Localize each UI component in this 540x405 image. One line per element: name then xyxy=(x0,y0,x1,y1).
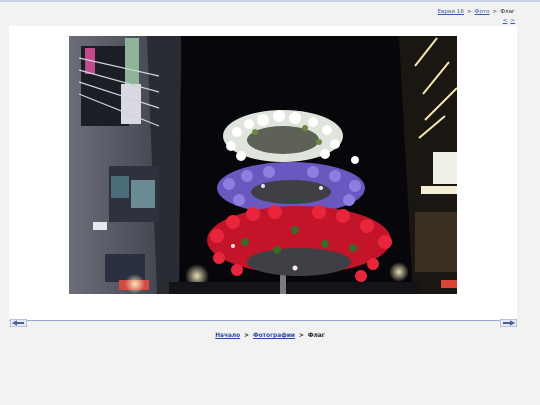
mini-nav: < > xyxy=(500,18,515,24)
breadcrumb-top-current: Флаг xyxy=(500,9,515,15)
breadcrumb-top: Евреи 16 > Фото > Флаг xyxy=(438,9,515,15)
breadcrumb-bottom-current: Флаг xyxy=(307,333,325,339)
mini-next-link[interactable]: > xyxy=(510,18,515,24)
breadcrumb-separator: > xyxy=(466,9,472,15)
breadcrumb-top-link-1[interactable]: Евреи 16 xyxy=(438,9,464,15)
breadcrumb-separator: > xyxy=(492,9,498,15)
breadcrumb-top-link-2[interactable]: Фото xyxy=(475,9,490,15)
photo-image xyxy=(69,36,457,294)
breadcrumb-bottom: Начало > Фотографии > Флаг xyxy=(0,333,540,339)
breadcrumb-bottom-link-2[interactable]: Фотографии xyxy=(253,333,295,339)
breadcrumb-separator: > xyxy=(244,333,249,339)
breadcrumb-bottom-link-1[interactable]: Начало xyxy=(215,333,240,339)
previous-arrow-icon xyxy=(9,318,28,328)
breadcrumb-separator: > xyxy=(299,333,304,339)
next-arrow-icon xyxy=(499,318,518,328)
next-photo-button[interactable] xyxy=(499,312,518,328)
mini-prev-link[interactable]: < xyxy=(503,18,508,24)
previous-photo-button[interactable] xyxy=(9,312,28,328)
bottom-border xyxy=(9,320,517,321)
top-border xyxy=(0,0,540,2)
main-photo[interactable] xyxy=(69,36,457,294)
